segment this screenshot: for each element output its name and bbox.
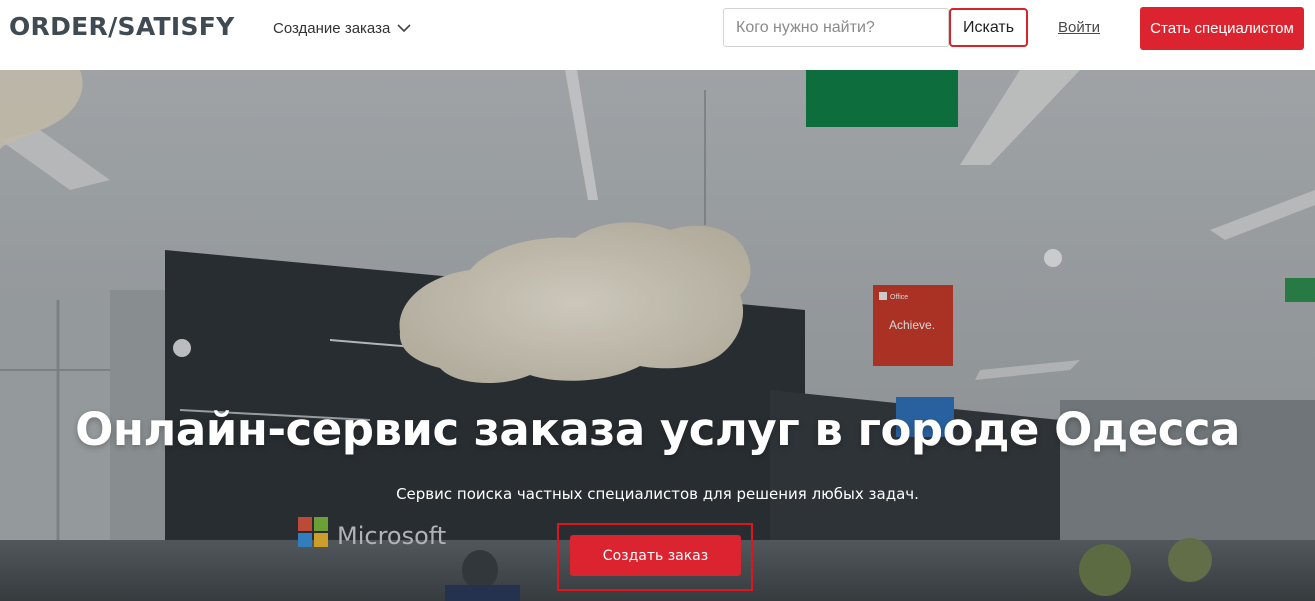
- search-button[interactable]: Искать: [949, 8, 1028, 47]
- top-navbar: ORDER/SATISFY Создание заказа Искать Вой…: [0, 0, 1315, 70]
- search-input[interactable]: [723, 8, 949, 47]
- login-link[interactable]: Войти: [1058, 19, 1100, 36]
- create-order-dropdown[interactable]: Создание заказа: [273, 16, 411, 40]
- become-specialist-button[interactable]: Стать специалистом: [1140, 7, 1304, 50]
- chevron-down-icon: [397, 23, 411, 33]
- hero-title: Онлайн-сервис заказа услуг в городе Одес…: [75, 403, 1240, 456]
- site-logo[interactable]: ORDER/SATISFY: [9, 12, 235, 41]
- hero-subtitle: Сервис поиска частных специалистов для р…: [396, 485, 919, 503]
- hero-section: Office Achieve. Microsoft Онлайн-сервис …: [0, 70, 1315, 601]
- create-order-dropdown-label: Создание заказа: [273, 19, 391, 37]
- hero-background-image: Office Achieve. Microsoft: [0, 70, 1315, 601]
- create-order-button[interactable]: Создать заказ: [570, 535, 741, 576]
